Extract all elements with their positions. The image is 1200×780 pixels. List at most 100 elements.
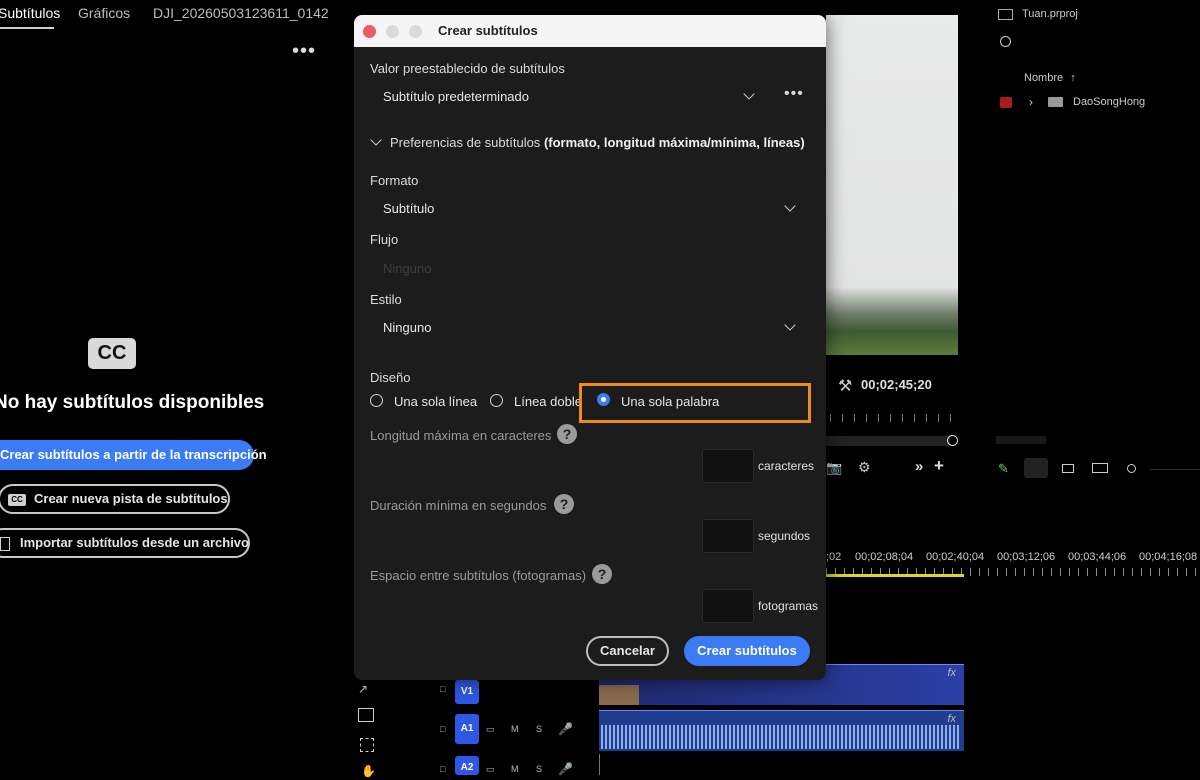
layout-option-label: Línea doble [514,394,582,409]
preset-label: Valor preestablecido de subtítulos [370,61,565,76]
playhead-handle[interactable] [947,435,958,446]
gap-label: Espacio entre subtítulos (fotogramas) [370,568,587,583]
label-color-swatch [1000,97,1012,108]
more-controls-icon[interactable]: » [915,458,923,475]
monitor-ruler [830,414,958,422]
min-duration-unit: segundos [758,529,811,543]
style-select[interactable]: Ninguno [370,316,800,342]
min-duration-label: Duración mínima en segundos [370,498,547,513]
chevron-down-icon [370,134,382,146]
style-value: Ninguno [383,320,432,335]
fx-badge[interactable]: fx [947,713,956,725]
layout-option-label: Una sola línea [394,394,478,409]
lock-icon[interactable]: □ [440,684,445,694]
monitor-timecode: 00;02;45;20 [861,377,932,392]
mic-icon[interactable]: 🎤 [558,722,573,736]
crop-tool-icon[interactable] [360,738,374,752]
help-icon[interactable]: ? [554,494,574,514]
video-sync-icon[interactable]: ▭ [486,724,495,735]
column-name-header[interactable]: Nombre ↑ [1024,72,1076,84]
list-view-icon[interactable] [1024,458,1048,478]
preferences-label: Preferencias de subtítulos [390,135,541,150]
chevron-down-icon [784,200,796,212]
new-subtitle-track-label: Crear nueva pista de subtítulos [34,491,228,506]
settings-icon[interactable]: ⚙ [858,459,871,476]
timeline-timestamp: ;02 [826,551,842,563]
monitor-scrub-bar[interactable] [826,436,950,446]
audio-clip[interactable]: fx [599,710,964,751]
mute-button[interactable]: M [511,724,519,734]
format-value: Subtítulo [383,201,435,216]
maximize-icon[interactable] [409,25,422,38]
track-v1-toggle[interactable]: V1 [455,680,479,704]
help-icon[interactable]: ? [557,424,577,444]
minimize-icon[interactable] [386,25,399,38]
tab-subtitles[interactable]: Subtítulos [0,5,60,21]
solo-button[interactable]: S [536,724,542,734]
create-subtitles-button[interactable]: Crear subtítulos [684,636,810,666]
selection-tool-icon[interactable]: ↗ [358,682,368,696]
project-file-name: Tuan.prproj [1022,8,1078,20]
wrench-icon[interactable]: ⚒ [838,376,852,396]
expand-chevron-icon[interactable]: › [1029,95,1033,109]
chevron-down-icon [784,319,796,331]
radio-button[interactable] [490,394,503,407]
help-icon[interactable]: ? [592,564,612,584]
lock-icon[interactable]: □ [440,764,445,774]
max-length-input[interactable] [702,449,754,483]
radio-button[interactable] [370,394,383,407]
fx-badge[interactable]: fx [947,667,956,679]
track-output-icon[interactable] [1062,464,1074,473]
pen-icon[interactable]: ✎ [998,461,1009,477]
tab-clip[interactable]: DJI_20260503123611_0142_D_I [153,5,328,21]
preferences-toggle[interactable]: Preferencias de subtítulos (formato, lon… [370,134,805,150]
import-subtitles-button[interactable]: Importar subtítulos desde un archivo [0,528,250,558]
new-subtitle-track-button[interactable]: CC Crear nueva pista de subtítulos [0,484,230,514]
video-sync-icon[interactable]: ▭ [486,764,495,775]
file-icon [0,536,10,551]
work-area-bar[interactable] [826,574,964,577]
track-a1-toggle[interactable]: A1 [455,714,479,744]
max-length-unit: caracteres [758,459,815,473]
format-select[interactable]: Subtítulo [370,197,800,223]
max-length-label: Longitud máxima en caracteres [370,428,552,443]
hand-tool-icon[interactable]: ✋ [361,764,376,778]
zoom-bar[interactable] [996,436,1046,444]
timeline-timestamp: 00;03;44;06 [1068,551,1127,563]
search-icon[interactable] [1000,36,1011,47]
create-from-transcript-button[interactable]: Crear subtítulos a partir de la transcri… [0,440,267,470]
track-divider [599,754,600,775]
mic-icon[interactable]: 🎤 [558,762,573,776]
min-duration-input[interactable] [702,519,754,553]
layout-label: Diseño [370,370,411,385]
flow-value: Ninguno [383,261,432,276]
clip-thumbnail [599,685,639,705]
import-subtitles-label: Importar subtítulos desde un archivo [20,535,249,550]
close-icon[interactable] [363,25,376,38]
video-frame [826,15,958,355]
lock-icon[interactable]: □ [440,724,445,734]
gap-input[interactable] [702,589,754,623]
dialog-titlebar: Crear subtítulos [354,15,826,47]
preset-more-button[interactable]: ••• [784,85,804,103]
timeline-timestamp: 00;03;12;06 [997,551,1056,563]
rectangle-tool-icon[interactable] [358,708,374,722]
add-icon[interactable]: + [934,456,944,476]
layout-option-single-line[interactable]: Una sola línea [370,393,510,413]
marker-icon[interactable] [1127,464,1136,473]
preset-select[interactable]: Subtítulo predeterminado [370,85,755,111]
style-label: Estilo [370,292,402,307]
folder-icon [1048,97,1063,107]
multicam-icon[interactable] [1092,463,1108,473]
timeline-timestamp: 00;04;16;08 [1139,551,1198,563]
track-a2-toggle[interactable]: A2 [455,756,479,775]
layout-option-double-line[interactable]: Línea doble [490,393,590,413]
solo-button[interactable]: S [536,764,542,774]
active-tab-indicator [0,27,54,29]
mute-button[interactable]: M [511,764,519,774]
folder-name[interactable]: DaoSongHong [1073,96,1145,108]
camera-icon[interactable]: 📷 [826,460,842,476]
panel-more-button[interactable]: ••• [292,40,316,63]
cancel-button[interactable]: Cancelar [586,636,669,666]
tab-graphics[interactable]: Gráficos [78,5,130,21]
